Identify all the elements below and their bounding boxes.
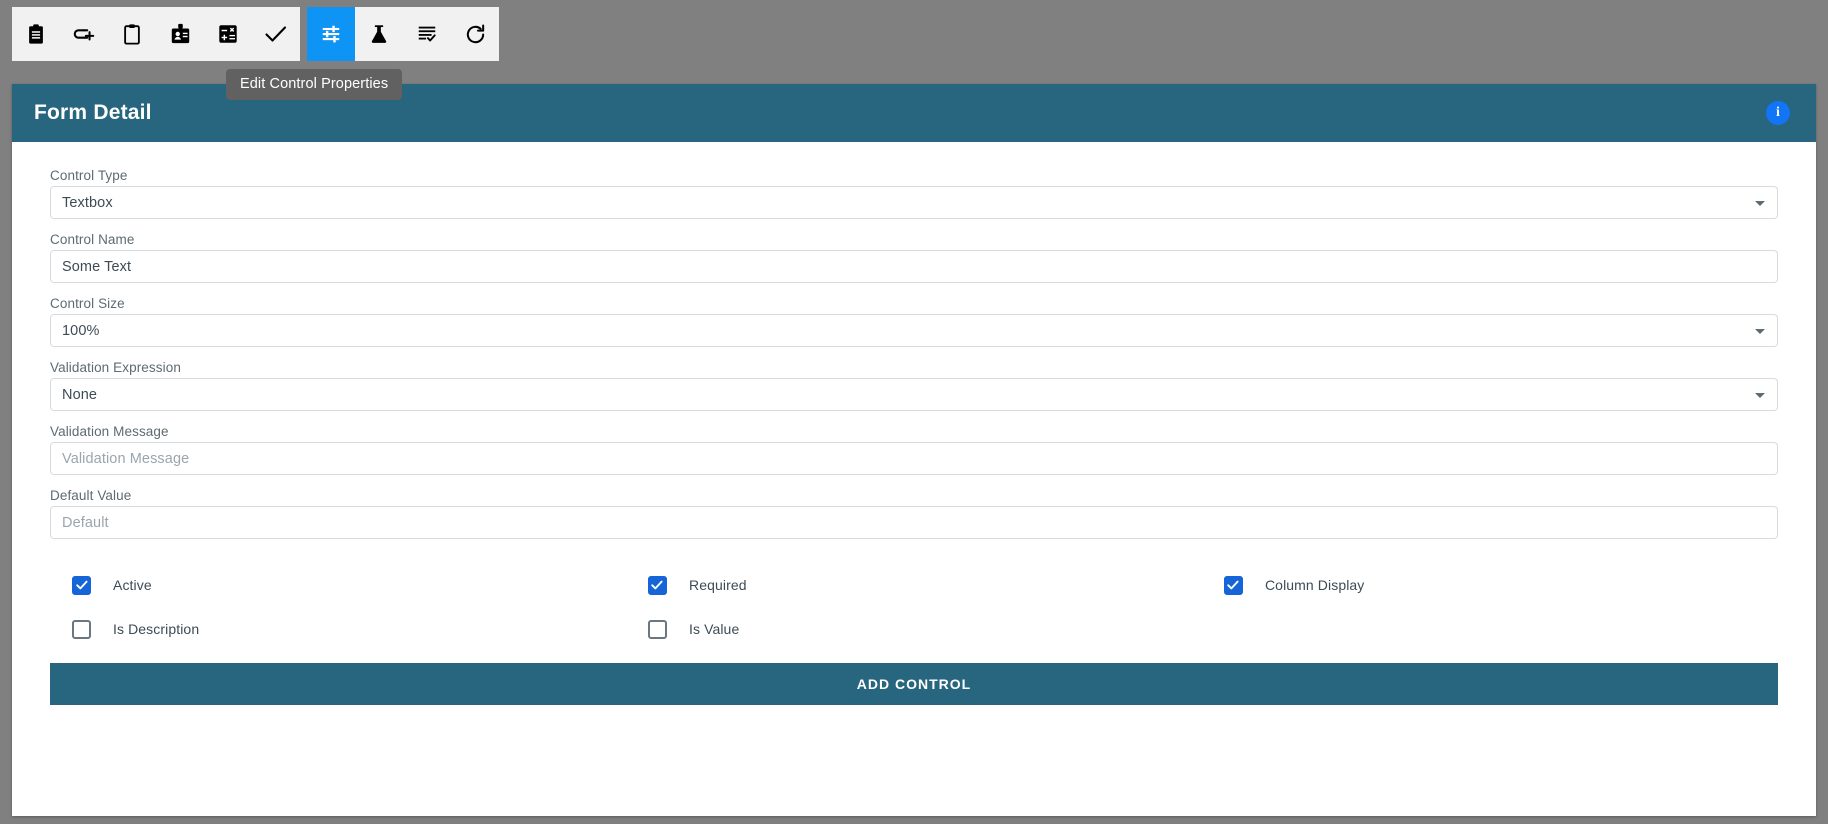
calculator-button[interactable] bbox=[204, 7, 252, 61]
control-type-label: Control Type bbox=[50, 168, 128, 183]
link-add-button[interactable] bbox=[60, 7, 108, 61]
control-size-value: 100% bbox=[62, 322, 100, 339]
toolbar bbox=[12, 7, 499, 61]
control-name-value: Some Text bbox=[62, 258, 132, 275]
validation-expression-value: None bbox=[62, 386, 98, 403]
validation-expression-label: Validation Expression bbox=[50, 360, 181, 375]
info-icon[interactable]: i bbox=[1766, 101, 1790, 125]
is-description-label: Is Description bbox=[113, 621, 200, 637]
list-check-button[interactable] bbox=[403, 7, 451, 61]
validation-message-value: Validation Message bbox=[62, 450, 190, 467]
default-value-label: Default Value bbox=[50, 488, 132, 503]
validation-message-label: Validation Message bbox=[50, 424, 169, 439]
checkbox-required[interactable]: Required bbox=[626, 575, 1202, 595]
field-control-size: Control Size 100% bbox=[50, 296, 1778, 347]
add-control-button[interactable]: ADD CONTROL bbox=[50, 663, 1778, 705]
checkbox-groups: Active Required Column Display Is Descripti… bbox=[50, 563, 1778, 651]
toolbar-group-document-actions bbox=[12, 7, 300, 61]
default-value-input[interactable]: Default bbox=[50, 506, 1778, 539]
field-control-type: Control Type Textbox bbox=[50, 168, 1778, 219]
link-add-icon bbox=[72, 24, 96, 44]
control-name-label: Control Name bbox=[50, 232, 135, 247]
checkbox-empty-icon[interactable] bbox=[647, 619, 667, 639]
checkbox-column-display[interactable]: Column Display bbox=[1202, 575, 1778, 595]
chevron-down-icon[interactable] bbox=[1755, 328, 1765, 334]
field-validation-message: Validation Message Validation Message bbox=[50, 424, 1778, 475]
toolbar-divider bbox=[300, 7, 307, 61]
form-detail-card: Form Detail i Control Type Textbox Control… bbox=[12, 84, 1816, 816]
card-body: Control Type Textbox Control Name Some Text… bbox=[12, 142, 1816, 816]
calculator-icon bbox=[217, 23, 239, 45]
checkbox-is-value[interactable]: Is Value bbox=[626, 619, 1202, 639]
control-type-value: Textbox bbox=[62, 194, 113, 211]
clipboard-list-button[interactable] bbox=[12, 7, 60, 61]
required-label: Required bbox=[688, 577, 747, 593]
id-badge-button[interactable] bbox=[156, 7, 204, 61]
control-size-select[interactable]: 100% bbox=[50, 314, 1778, 347]
is-value-label: Is Value bbox=[688, 621, 740, 637]
checkmark-icon[interactable] bbox=[72, 575, 91, 595]
edit-control-properties-button[interactable] bbox=[307, 7, 355, 61]
chevron-down-icon[interactable] bbox=[1755, 392, 1765, 398]
default-value-value: Default bbox=[62, 514, 109, 531]
refresh-button[interactable] bbox=[451, 7, 499, 61]
control-name-input[interactable]: Some Text bbox=[50, 250, 1778, 283]
chevron-down-icon[interactable] bbox=[1755, 200, 1765, 206]
validation-message-input[interactable]: Validation Message bbox=[50, 442, 1778, 475]
clipboard-list-icon bbox=[25, 23, 47, 45]
toolbar-group-properties-actions bbox=[307, 7, 499, 61]
flask-button[interactable] bbox=[355, 7, 403, 61]
column-display-label: Column Display bbox=[1264, 577, 1365, 593]
control-type-select[interactable]: Textbox bbox=[50, 186, 1778, 219]
clipboard-blank-icon bbox=[121, 23, 143, 45]
id-badge-icon bbox=[169, 23, 192, 45]
check-button[interactable] bbox=[252, 7, 300, 61]
checkbox-row: Active Required Column Display bbox=[50, 563, 1778, 607]
list-check-icon bbox=[416, 23, 438, 45]
field-control-name: Control Name Some Text bbox=[50, 232, 1778, 283]
control-size-label: Control Size bbox=[50, 296, 125, 311]
active-label: Active bbox=[113, 577, 152, 593]
field-default-value: Default Value Default bbox=[50, 488, 1778, 539]
validation-expression-select[interactable]: None bbox=[50, 378, 1778, 411]
checkbox-empty-icon[interactable] bbox=[72, 619, 91, 639]
toolbar-tooltip: Edit Control Properties bbox=[226, 69, 403, 100]
refresh-icon bbox=[464, 23, 487, 46]
clipboard-blank-button[interactable] bbox=[108, 7, 156, 61]
checkbox-active[interactable]: Active bbox=[50, 575, 626, 595]
field-validation-expression: Validation Expression None bbox=[50, 360, 1778, 411]
checkbox-is-description[interactable]: Is Description bbox=[50, 619, 626, 639]
sliders-icon bbox=[320, 23, 342, 45]
check-icon bbox=[263, 23, 289, 45]
checkmark-icon[interactable] bbox=[1223, 575, 1243, 595]
checkmark-icon[interactable] bbox=[647, 575, 667, 595]
checkbox-row: Is Description Is Value bbox=[50, 607, 1778, 651]
form-fields: Control Type Textbox Control Name Some Text… bbox=[50, 168, 1778, 539]
flask-icon bbox=[368, 23, 390, 45]
page-title: Form Detail bbox=[34, 101, 152, 124]
